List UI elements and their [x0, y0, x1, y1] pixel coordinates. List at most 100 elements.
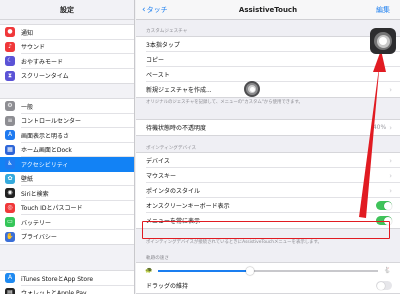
sidebar-item-label: アクセシビリティ	[21, 161, 69, 169]
sidebar-item-label: ウォレットとApple Pay	[21, 290, 87, 294]
chevron-right-icon: ›	[389, 171, 392, 180]
pointing-row[interactable]: マウスキー ›	[136, 168, 400, 183]
sidebar-item-label: iTunes StoreとApp Store	[21, 275, 94, 283]
sidebar-item-label: おやすみモード	[21, 58, 64, 66]
pointing-row-label: オンスクリーンキーボード表示	[146, 203, 230, 210]
sidebar-item-bell[interactable]: ● 通知	[0, 25, 134, 40]
sidebar-item-siri[interactable]: ◉ Siriと検索	[0, 186, 134, 201]
sidebar-item-app-store[interactable]: AiTunes StoreとApp Store	[0, 271, 134, 286]
idle-opacity-group: 待機状態時の不透明度 40% ›	[136, 119, 400, 136]
pointer-ring-outer	[246, 83, 258, 95]
pointing-row[interactable]: デバイス ›	[136, 153, 400, 168]
gesture-label: 新規ジェスチャを作成...	[146, 87, 212, 94]
sidebar-group-3: AiTunes StoreとApp Store ▤ ウォレットとApple Pay	[0, 270, 134, 294]
page-title: AssistiveTouch	[238, 6, 298, 14]
sidebar-item-battery[interactable]: ▭ バッテリー	[0, 215, 134, 230]
sidebar-item-flower[interactable]: ✿ 壁紙	[0, 172, 134, 187]
app-store-icon: A	[5, 273, 15, 284]
sidebar-item-grid[interactable]: ▦ ホーム画面とDock	[0, 143, 134, 158]
drag-lock-toggle[interactable]	[376, 281, 392, 290]
toggles-icon: ≡	[5, 115, 15, 126]
flower-icon: ✿	[5, 173, 15, 184]
pointing-devices-group: デバイス › マウスキー › ポインタのスタイル › オンスクリーンキーボード表示 メニューを…	[136, 152, 400, 229]
sidebar-item-label: 画面表示と明るさ	[21, 132, 70, 140]
sidebar-item-label: プライバシー	[21, 234, 57, 242]
sidebar-item-accessibility[interactable]: ♿ アクセシビリティ	[0, 157, 134, 172]
grid-icon: ▦	[5, 144, 15, 155]
custom-gestures-header: カスタムジェスチャ	[146, 29, 188, 34]
sidebar-item-speaker[interactable]: ♪ サウンド	[0, 40, 134, 55]
chevron-right-icon: ›	[389, 156, 392, 165]
sidebar-item-label: Touch IDとパスコード	[21, 205, 83, 213]
pointing-row-label: ポインタのスタイル	[146, 188, 201, 195]
gesture-label: コピー	[146, 57, 165, 64]
drag-lock-label: ドラッグの維持	[146, 283, 189, 290]
sidebar-item-label: バッテリー	[21, 219, 52, 227]
sidebar-item-moon[interactable]: ☾ おやすみモード	[0, 54, 134, 69]
sidebar-item-label: ホーム画面とDock	[21, 147, 72, 155]
sidebar-item-label: 通知	[21, 29, 34, 37]
gesture-row[interactable]: 新規ジェスチャを作成... ›	[136, 82, 400, 97]
pointer-ring-inner	[248, 85, 256, 93]
gesture-label: 3本指タップ	[146, 42, 180, 49]
assistivetouch-pointer	[244, 81, 260, 97]
sidebar-item-gear[interactable]: ⚙ 一般	[0, 99, 134, 114]
sidebar-group-1: ● 通知 ♪ サウンド ☾ おやすみモード ⧗ スクリーンタイム	[0, 24, 134, 84]
pointing-row-label: マウスキー	[146, 173, 177, 180]
slider-fill	[158, 270, 251, 272]
pointing-devices-header: ポインティングデバイス	[146, 146, 197, 151]
pointing-row[interactable]: ポインタのスタイル ›	[136, 183, 400, 198]
tracking-speed-header: 軌跡の速さ	[146, 256, 169, 261]
gesture-row[interactable]: コピー	[136, 52, 400, 67]
hand-icon: ✋	[5, 231, 15, 242]
turtle-icon: 🐢	[145, 267, 153, 274]
sidebar-item-fingerprint[interactable]: ◎ Touch IDとパスコード	[0, 201, 134, 216]
gesture-row[interactable]: ペースト	[136, 67, 400, 82]
idle-opacity-row[interactable]: 待機状態時の不透明度 40% ›	[136, 120, 400, 135]
tracking-speed-slider[interactable]	[158, 266, 378, 275]
bell-icon: ●	[5, 27, 15, 38]
idle-opacity-label: 待機状態時の不透明度	[146, 125, 207, 132]
sidebar-item-hourglass[interactable]: ⧗ スクリーンタイム	[0, 69, 134, 84]
pointing-row: オンスクリーンキーボード表示	[136, 198, 400, 213]
wallet-icon: ▤	[5, 287, 15, 294]
siri-icon: ◉	[5, 188, 15, 199]
chevron-right-icon: ›	[389, 123, 392, 132]
drag-lock-row: ドラッグの維持	[136, 278, 400, 293]
hare-icon: 🐇	[383, 267, 391, 274]
sidebar-item-label: 壁紙	[21, 176, 34, 184]
slider-thumb[interactable]	[246, 266, 255, 275]
assistivetouch-ring-outer	[374, 32, 392, 50]
text-size-icon: A	[5, 130, 15, 141]
nav-bar: ‹ タッチ AssistiveTouch 編集	[136, 0, 400, 20]
edit-button[interactable]: 編集	[376, 0, 390, 20]
tracking-speed-row: 🐢 🐇	[136, 263, 400, 278]
speaker-icon: ♪	[5, 41, 15, 52]
sidebar-item-wallet[interactable]: ▤ ウォレットとApple Pay	[0, 286, 134, 294]
sidebar-item-label: コントロールセンター	[21, 118, 82, 126]
chevron-right-icon: ›	[389, 186, 392, 195]
battery-icon: ▭	[5, 217, 15, 228]
assistivetouch-ring-inner	[376, 34, 390, 48]
moon-icon: ☾	[5, 56, 15, 67]
gesture-label: ペースト	[146, 72, 170, 79]
sidebar-item-label: サウンド	[21, 44, 46, 52]
idle-opacity-value: 40%	[372, 124, 387, 131]
pointing-toggle[interactable]	[376, 201, 392, 210]
gesture-row[interactable]: 3本指タップ	[136, 37, 400, 52]
assistivetouch-dot	[378, 36, 388, 46]
accessibility-icon: ♿	[5, 159, 15, 170]
sidebar-title: 設定	[0, 0, 134, 20]
settings-sidebar: 設定 ● 通知 ♪ サウンド ☾ おやすみモード ⧗ スクリーンタイム ⚙ 一般 ≡ コントロールセ…	[0, 0, 135, 294]
sidebar-item-label: スクリーンタイム	[21, 73, 69, 81]
sidebar-item-label: 一般	[21, 103, 34, 111]
sidebar-item-toggles[interactable]: ≡ コントロールセンター	[0, 114, 134, 129]
tracking-speed-group: 🐢 🐇 ドラッグの維持	[136, 262, 400, 294]
pointing-devices-footer: ポインティングデバイスが接続されているときにAssistiveTouchメニュー…	[146, 240, 322, 245]
assistivetouch-button[interactable]	[370, 28, 396, 54]
custom-gestures-footer: オリジナルのジェスチャを記録して、メニューの"カスタム"から使用できます。	[146, 100, 303, 105]
pointer-dot	[249, 86, 255, 92]
sidebar-item-text-size[interactable]: A 画面表示と明るさ	[0, 128, 134, 143]
sidebar-item-hand[interactable]: ✋ プライバシー	[0, 230, 134, 245]
fingerprint-icon: ◎	[5, 202, 15, 213]
